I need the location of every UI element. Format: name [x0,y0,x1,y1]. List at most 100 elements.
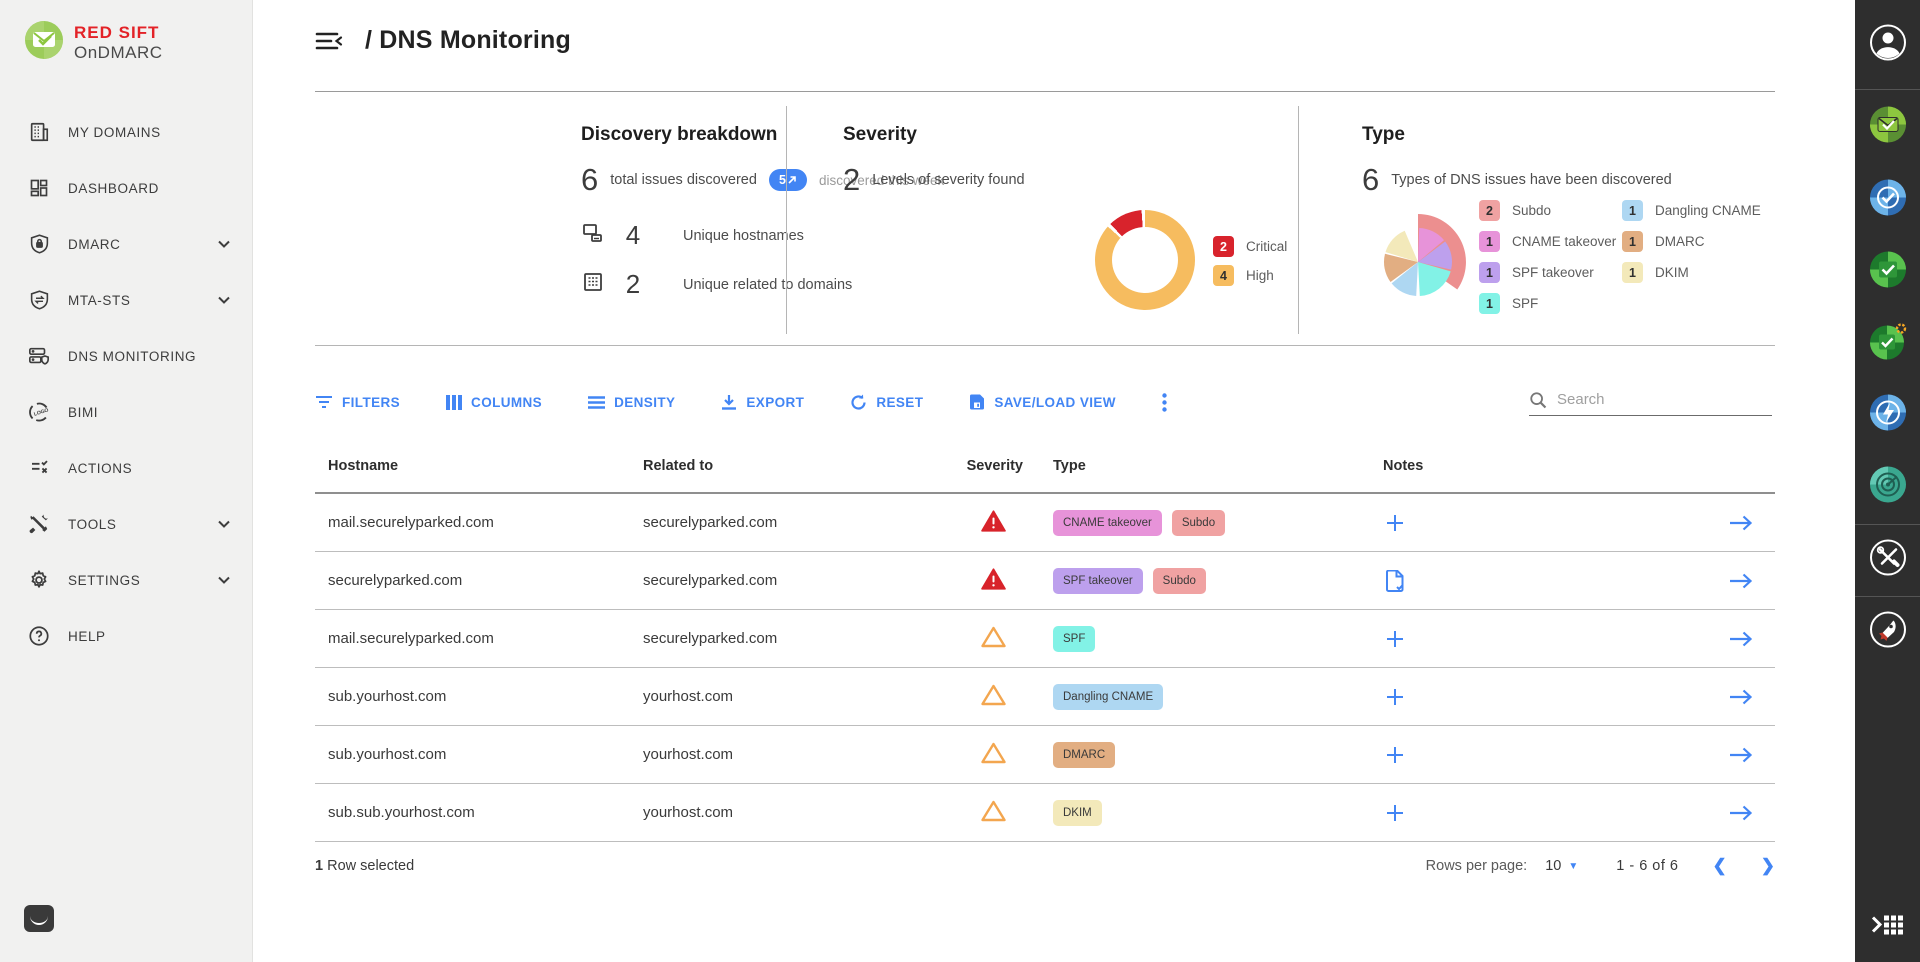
sidebar-label: ACTIONS [68,461,230,476]
severity-critical-icon [981,510,1006,536]
more-options-button[interactable] [1162,393,1167,412]
cell-type: Dangling CNAME [1053,684,1383,710]
main-content: / DNS Monitoring Discovery breakdown 6 t… [253,0,1855,962]
severity-legend-high: 4 High [1213,265,1287,286]
next-page-button[interactable]: ❯ [1761,856,1775,876]
col-related-to[interactable]: Related to [643,458,933,474]
cell-severity [933,684,1053,710]
add-note-button[interactable] [1385,629,1405,649]
open-row-button[interactable] [1729,746,1753,764]
sidebar-label: DASHBOARD [68,181,230,196]
sidebar-item-tools[interactable]: TOOLS [0,496,252,552]
open-row-button[interactable] [1729,572,1753,590]
sidebar-label: DNS MONITORING [68,349,230,364]
account-icon[interactable] [1869,24,1907,67]
table-row[interactable]: mail.securelyparked.com securelyparked.c… [315,494,1775,552]
note-added-icon [1385,570,1405,592]
rows-per-page-caret-icon[interactable]: ▼ [1568,861,1578,872]
app-blue-check-icon[interactable] [1869,179,1907,222]
export-button[interactable]: EXPORT [721,394,804,410]
table-row[interactable]: sub.yourhost.com yourhost.com DMARC [315,726,1775,784]
add-note-button[interactable] [1385,513,1405,533]
open-row-button[interactable] [1729,804,1753,822]
rail-rocket-icon[interactable] [1869,611,1907,654]
cell-notes [1383,745,1653,765]
severity-card: Severity 2 Levels of severity found 2 Cr… [843,124,1263,198]
legend-label: SPF [1512,296,1538,311]
app-radar-icon[interactable] [1869,466,1907,509]
domains-building-icon [26,119,52,145]
cell-type: SPF [1053,626,1383,652]
rail-tools-icon[interactable] [1869,539,1907,582]
related-domains-count: 2 [611,269,655,300]
cell-type: SPF takeoverSubdo [1053,568,1383,594]
sidebar-item-help[interactable]: HELP [0,608,252,664]
prev-page-button[interactable]: ❮ [1713,856,1727,876]
sidebar-item-bimi[interactable]: LOGO BIMI [0,384,252,440]
columns-button[interactable]: COLUMNS [446,395,542,410]
severity-high-icon [981,684,1006,710]
dns-server-shield-icon [26,343,52,369]
arrow-right-icon [1729,804,1753,822]
sidebar-item-dashboard[interactable]: DASHBOARD [0,160,252,216]
arrow-right-icon [1729,514,1753,532]
apps-grid-icon[interactable] [1871,913,1905,942]
cell-related: securelyparked.com [643,514,933,531]
filters-button[interactable]: FILTERS [315,395,400,410]
search-input[interactable] [1557,391,1747,408]
sidebar-item-dns-monitoring[interactable]: DNS MONITORING [0,328,252,384]
sidebar-item-my-domains[interactable]: MY DOMAINS [0,104,252,160]
cell-severity [933,568,1053,594]
severity-count: 2 [843,162,860,198]
sidebar-item-actions[interactable]: ACTIONS [0,440,252,496]
table-row[interactable]: mail.securelyparked.com securelyparked.c… [315,610,1775,668]
plus-icon [1385,803,1405,823]
brand-line1: RED SIFT [74,23,163,43]
col-type[interactable]: Type [1053,458,1383,474]
refresh-icon [850,394,867,411]
left-sidebar: RED SIFT OnDMARC MY DOMAINS DASHBOARD [0,0,253,962]
total-issues-label: total issues discovered [610,172,757,188]
brand-logo[interactable]: RED SIFT OnDMARC [0,0,252,65]
collapse-menu-icon[interactable] [315,31,343,51]
app-lightning-icon[interactable] [1869,394,1907,437]
table-row[interactable]: sub.yourhost.com yourhost.com Dangling C… [315,668,1775,726]
table-row[interactable]: sub.sub.yourhost.com yourhost.com DKIM [315,784,1775,842]
open-row-button[interactable] [1729,514,1753,532]
severity-high-icon [981,800,1006,826]
col-hostname[interactable]: Hostname [315,458,643,474]
app-ondmarc-icon[interactable] [1869,106,1907,149]
table-row[interactable]: securelyparked.com securelyparked.com SP… [315,552,1775,610]
density-button[interactable]: DENSITY [588,395,675,410]
open-row-button[interactable] [1729,630,1753,648]
add-note-button[interactable] [1385,687,1405,707]
col-notes[interactable]: Notes [1383,458,1653,474]
type-legend-item: 1 SPF takeover [1479,262,1616,283]
related-domains-label: Unique related to domains [683,277,852,293]
rows-per-page-select[interactable]: 10 [1545,858,1561,874]
col-severity[interactable]: Severity [933,458,1053,474]
reset-button[interactable]: RESET [850,394,923,411]
sidebar-item-settings[interactable]: SETTINGS [0,552,252,608]
right-app-rail [1855,0,1920,962]
cell-severity [933,742,1053,768]
bimi-logo-icon: LOGO [26,399,52,425]
chat-widget-button[interactable] [24,905,54,932]
table-toolbar: FILTERS COLUMNS DENSITY EXPORT RESET SAV… [315,384,1775,420]
open-row-button[interactable] [1729,688,1753,706]
app-green-check-icon[interactable] [1869,251,1907,294]
related-domains-icon [581,270,611,299]
add-note-button[interactable] [1385,745,1405,765]
type-legend-item: 1 CNAME takeover [1479,231,1616,252]
sidebar-item-mta-sts[interactable]: MTA-STS [0,272,252,328]
note-added-button[interactable] [1385,570,1405,592]
type-badge: DMARC [1053,742,1115,768]
legend-count-badge: 1 [1622,200,1643,221]
sidebar-label: BIMI [68,405,230,420]
cell-hostname: mail.securelyparked.com [315,514,643,531]
save-load-view-button[interactable]: SAVE/LOAD VIEW [969,394,1116,410]
columns-icon [446,395,462,410]
sidebar-item-dmarc[interactable]: DMARC [0,216,252,272]
app-green-check-dot-icon[interactable] [1868,322,1908,367]
add-note-button[interactable] [1385,803,1405,823]
